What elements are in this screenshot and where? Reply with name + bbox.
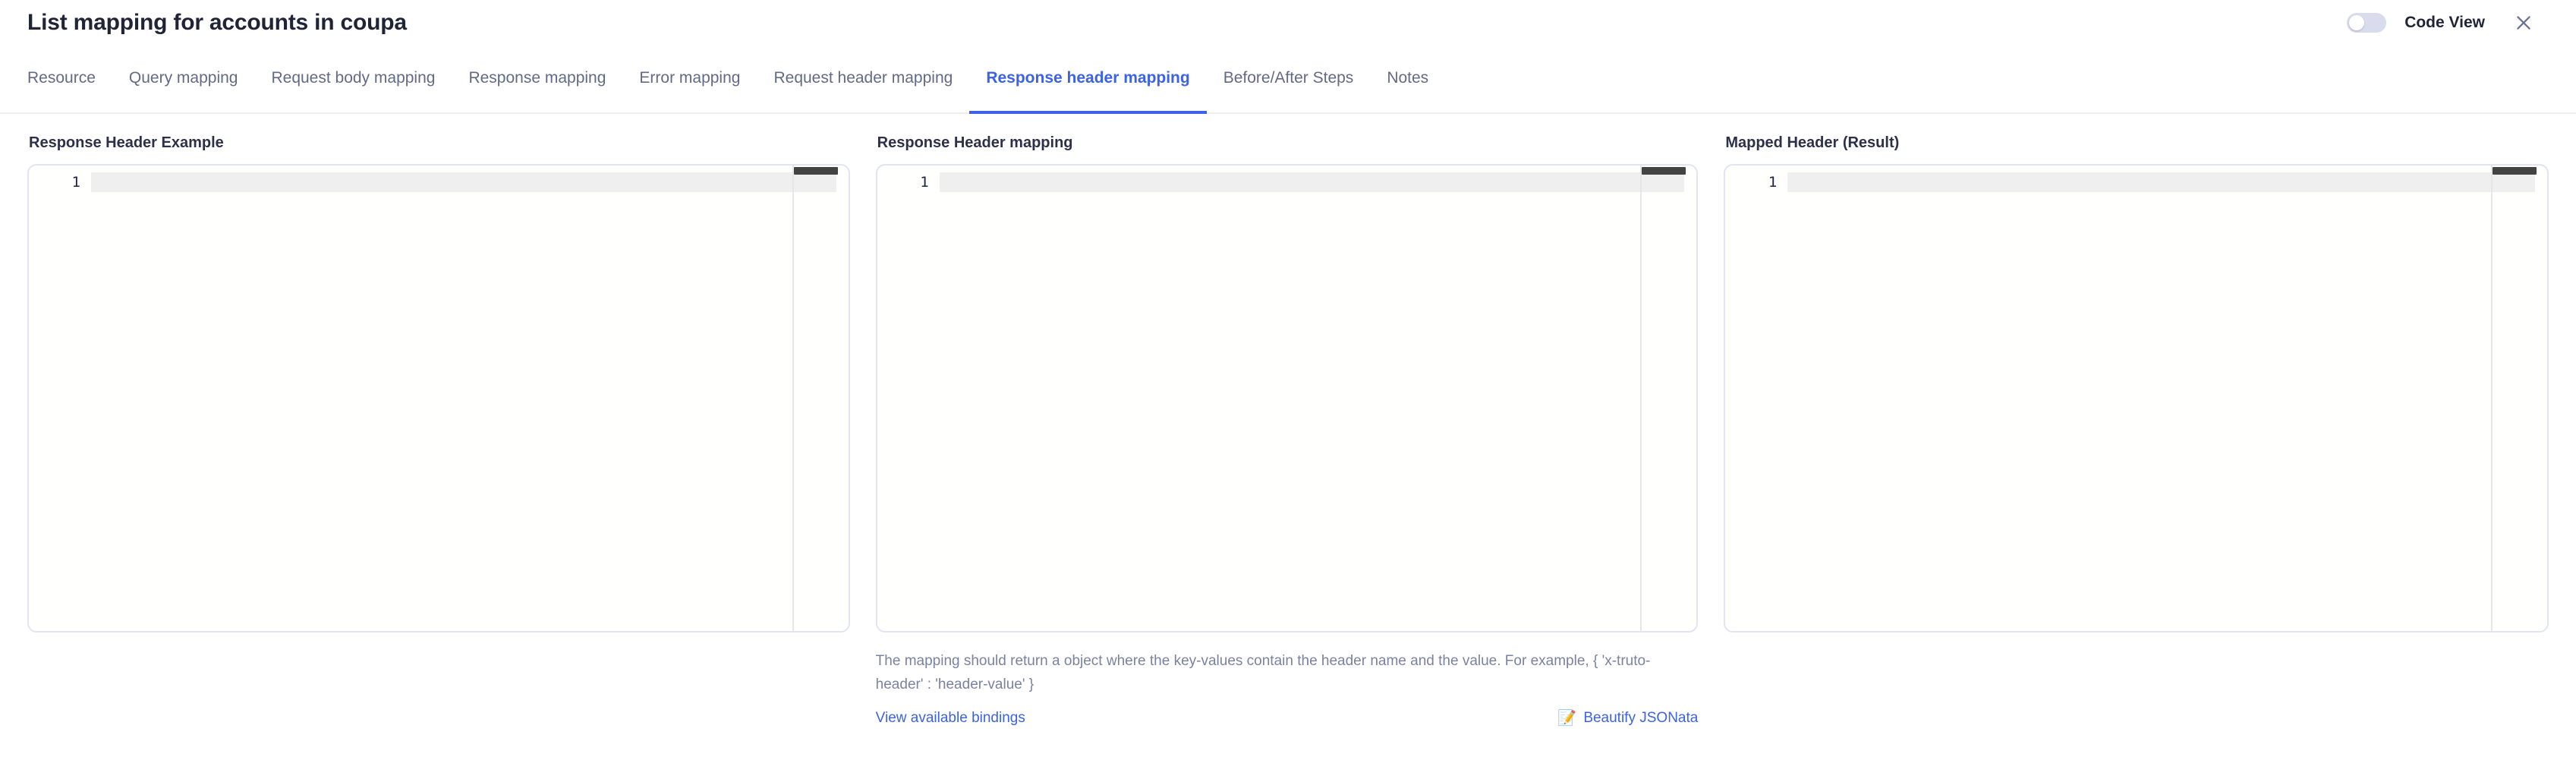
close-icon: [2517, 16, 2530, 30]
line-number: 1: [71, 174, 80, 191]
tab-error-mapping[interactable]: Error mapping: [622, 46, 757, 114]
tab-label: Request header mapping: [773, 69, 953, 87]
editor-line-1[interactable]: [939, 172, 1685, 192]
line-number: 1: [1768, 174, 1778, 191]
tab-label: Request body mapping: [271, 69, 436, 87]
mapping-links-row: View available bindings 📝 Beautify JSONa…: [876, 710, 1699, 727]
editor-line-1[interactable]: [91, 172, 836, 192]
editor-body: 1: [877, 166, 1697, 631]
editor-line-1[interactable]: [1787, 172, 2536, 192]
tab-response-mapping[interactable]: Response mapping: [452, 46, 622, 114]
editor-horizontal-scrollbar[interactable]: [793, 167, 838, 175]
editor-gutter: 1: [877, 166, 940, 631]
memo-icon: 📝: [1557, 710, 1577, 727]
response-header-example-editor[interactable]: 1: [27, 164, 850, 632]
response-header-mapping-editor[interactable]: 1: [875, 164, 1699, 632]
tab-label: Query mapping: [128, 69, 238, 87]
mapped-header-result-panel: Mapped Header (Result) 1: [1724, 135, 2549, 632]
editor-scroll-track: [792, 166, 794, 631]
editor-horizontal-scrollbar[interactable]: [1642, 167, 1686, 175]
response-header-mapping-heading: Response Header mapping: [877, 134, 1073, 151]
tab-label: Before/After Steps: [1223, 69, 1354, 87]
code-view-label: Code View: [2404, 14, 2485, 31]
beautify-jsonata-button[interactable]: 📝 Beautify JSONata: [1557, 710, 1698, 727]
page-title: List mapping for accounts in coupa: [27, 10, 407, 35]
tab-request-body-mapping[interactable]: Request body mapping: [254, 46, 452, 114]
window-header: List mapping for accounts in coupa Code …: [0, 0, 2576, 46]
editor-scroll-track: [1640, 166, 1642, 631]
mapping-helper-text: The mapping should return a object where…: [875, 653, 1651, 692]
tab-response-header-mapping[interactable]: Response header mapping: [969, 46, 1207, 114]
editor-code-area[interactable]: [939, 166, 1697, 631]
editor-gutter: 1: [29, 166, 91, 631]
editor-scroll-track: [2491, 166, 2493, 631]
response-header-example-panel: Response Header Example 1: [27, 135, 850, 632]
editor-horizontal-scrollbar[interactable]: [2493, 167, 2537, 175]
tab-bar: Resource Query mapping Request body mapp…: [0, 46, 2576, 114]
editor-code-area[interactable]: [91, 166, 849, 631]
mapped-header-result-heading: Mapped Header (Result): [1725, 134, 1900, 151]
header-controls: Code View: [2347, 10, 2537, 36]
response-header-mapping-panel: Response Header mapping 1 The mapping sh…: [875, 134, 1699, 727]
tab-label: Response mapping: [468, 69, 606, 87]
code-view-toggle-knob: [2349, 15, 2365, 30]
tab-before-after-steps[interactable]: Before/After Steps: [1207, 46, 1371, 114]
editor-code-area[interactable]: [1787, 166, 2547, 631]
close-button[interactable]: [2511, 10, 2537, 36]
mapped-header-result-editor[interactable]: 1: [1724, 164, 2549, 632]
code-view-toggle[interactable]: [2347, 13, 2387, 33]
tab-label: Error mapping: [639, 69, 741, 87]
beautify-jsonata-label: Beautify JSONata: [1583, 710, 1699, 726]
editor-body: 1: [1725, 166, 2547, 631]
line-number: 1: [920, 174, 929, 191]
tab-query-mapping[interactable]: Query mapping: [112, 46, 255, 114]
editor-gutter: 1: [1725, 166, 1787, 631]
tab-label: Response header mapping: [986, 69, 1190, 87]
tab-label: Notes: [1387, 69, 1429, 87]
response-header-example-heading: Response Header Example: [29, 134, 224, 151]
tab-label: Resource: [27, 69, 96, 87]
view-available-bindings-link[interactable]: View available bindings: [876, 710, 1025, 727]
tab-notes[interactable]: Notes: [1370, 46, 1445, 114]
tab-request-header-mapping[interactable]: Request header mapping: [757, 46, 969, 114]
main-content: Response Header Example 1 Response Heade…: [0, 114, 2576, 727]
tab-resource[interactable]: Resource: [27, 46, 112, 114]
editor-body: 1: [29, 166, 849, 631]
